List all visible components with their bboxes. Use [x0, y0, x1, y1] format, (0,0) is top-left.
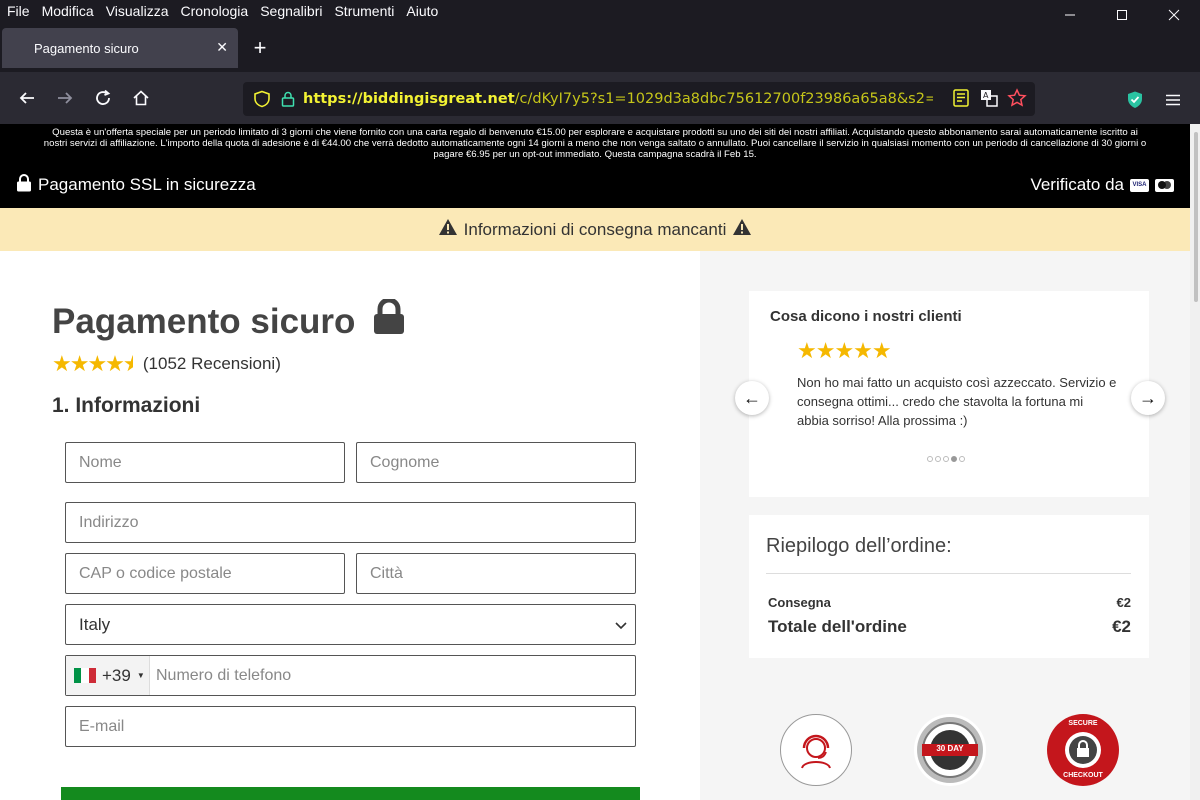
total-value: €2 — [1112, 617, 1131, 636]
shipping-row: Consegna €2 — [768, 595, 1131, 610]
page-title: Pagamento sicuro — [52, 297, 405, 344]
warning-icon — [732, 218, 752, 241]
carousel-dots — [927, 456, 965, 462]
navigation-bar: https://biddingisgreat.net/c/dKyI7y5?s1=… — [0, 72, 1200, 124]
city-field[interactable]: Città — [356, 553, 636, 594]
tracking-shield-icon[interactable] — [251, 88, 273, 110]
bookmark-star-icon[interactable] — [1007, 88, 1027, 113]
chevron-down-icon — [615, 615, 627, 635]
phone-field[interactable]: +39 ▼ Numero di telefono — [65, 655, 636, 696]
section-heading: 1. Informazioni — [52, 394, 201, 417]
menu-bookmarks[interactable]: Segnalibri — [260, 3, 322, 19]
country-code-picker[interactable]: +39 ▼ — [66, 656, 150, 695]
mastercard-icon — [1155, 178, 1174, 192]
shipping-label: Consegna — [768, 595, 831, 610]
menu-view[interactable]: Visualizza — [106, 3, 169, 19]
country-value: Italy — [79, 614, 111, 634]
secure-checkout-icon: SECURE CHECKOUT — [1047, 714, 1119, 786]
tab-pagamento-sicuro[interactable]: Pagamento sicuro ✕ — [2, 28, 238, 68]
shipping-value: €2 — [1116, 595, 1131, 610]
warning-banner: Informazioni di consegna mancanti — [0, 208, 1190, 251]
tab-bar: Pagamento sicuro ✕ + — [0, 22, 1200, 72]
last-name-field[interactable]: Cognome — [356, 442, 636, 483]
forward-icon[interactable] — [46, 79, 84, 117]
checkout-form-column: Pagamento sicuro ★★★★★ (1052 Recensioni)… — [0, 251, 700, 800]
menu-history[interactable]: Cronologia — [180, 3, 248, 19]
visa-icon: VISA — [1130, 178, 1149, 192]
zip-field[interactable]: CAP o codice postale — [65, 553, 345, 594]
maximize-icon[interactable] — [1096, 0, 1148, 30]
ssl-lock-icon — [16, 173, 32, 197]
page-title-text: Pagamento sicuro — [52, 301, 356, 341]
menu-bar: File Modifica Visualizza Cronologia Segn… — [0, 0, 1200, 22]
total-label: Totale dell'ordine — [768, 617, 907, 636]
tab-title: Pagamento sicuro — [34, 40, 139, 56]
first-name-field[interactable]: Nome — [65, 442, 345, 483]
order-summary-panel: Riepilogo dell’ordine: Consegna €2 Total… — [749, 515, 1149, 658]
caret-down-icon: ▼ — [136, 671, 145, 680]
review-count[interactable]: (1052 Recensioni) — [143, 354, 281, 374]
minimize-icon[interactable] — [1044, 0, 1096, 30]
phone-placeholder: Numero di telefono — [156, 666, 292, 684]
url-text[interactable]: https://biddingisgreat.net/c/dKyI7y5?s1=… — [303, 91, 933, 107]
reader-view-icon[interactable] — [951, 88, 971, 113]
rating-stars-icon: ★★★★★ — [52, 351, 133, 376]
country-select[interactable]: Italy — [65, 604, 636, 645]
menu-file[interactable]: File — [7, 3, 30, 19]
svg-text:A: A — [983, 91, 989, 100]
translate-icon[interactable]: A — [979, 88, 999, 113]
testimonial-stars-icon: ★★★★★ — [797, 338, 892, 363]
page-scrollbar[interactable] — [1190, 124, 1200, 800]
carousel-dot[interactable] — [943, 456, 949, 462]
money-back-guarantee-icon: 30 DAY — [914, 714, 986, 786]
total-row: Totale dell'ordine €2 — [768, 617, 1131, 637]
testimonial-title: Cosa dicono i nostri clienti — [770, 308, 962, 325]
carousel-dot[interactable] — [935, 456, 941, 462]
testimonial-text: Non ho mai fatto un acquisto così azzecc… — [797, 375, 1117, 428]
padlock-icon — [373, 297, 405, 344]
warning-icon — [438, 218, 458, 241]
support-headset-icon — [780, 714, 852, 786]
address-field[interactable]: Indirizzo — [65, 502, 636, 543]
menu-help[interactable]: Aiuto — [406, 3, 438, 19]
new-tab-button[interactable]: + — [238, 28, 282, 68]
menu-edit[interactable]: Modifica — [42, 3, 94, 19]
sidebar-column: Cosa dicono i nostri clienti ★★★★★ Non h… — [700, 251, 1190, 800]
carousel-next-arrow-icon[interactable]: → — [1131, 381, 1165, 415]
back-icon[interactable] — [8, 79, 46, 117]
divider — [766, 573, 1131, 574]
menu-tools[interactable]: Strumenti — [334, 3, 394, 19]
adblock-shield-icon[interactable] — [1116, 81, 1154, 119]
checkout-label: CHECKOUT — [1063, 772, 1103, 779]
close-window-icon[interactable] — [1148, 0, 1200, 30]
submit-button[interactable] — [61, 787, 640, 800]
secure-label: SECURE — [1068, 720, 1098, 727]
web-page: Questa è un'offerta speciale per un peri… — [0, 124, 1190, 800]
scrollbar-thumb[interactable] — [1194, 132, 1198, 302]
carousel-prev-arrow-icon[interactable]: ← — [735, 381, 769, 415]
days-badge-label: 30 DAY — [936, 744, 964, 753]
testimonial-panel: Cosa dicono i nostri clienti ★★★★★ Non h… — [749, 291, 1149, 497]
order-summary-title: Riepilogo dell’ordine: — [766, 535, 952, 557]
warning-text: Informazioni di consegna mancanti — [463, 219, 727, 239]
verified-label: Verificato da — [1030, 175, 1124, 194]
hamburger-menu-icon[interactable] — [1154, 81, 1192, 119]
ssl-label: Pagamento SSL in sicurezza — [38, 175, 256, 194]
carousel-dot-active[interactable] — [951, 456, 957, 462]
carousel-dot[interactable] — [959, 456, 965, 462]
rating: ★★★★★ (1052 Recensioni) — [52, 351, 281, 377]
ssl-bar: Pagamento SSL in sicurezza Verificato da… — [0, 162, 1190, 208]
email-field[interactable]: E-mail — [65, 706, 636, 747]
home-icon[interactable] — [122, 79, 160, 117]
offer-disclaimer: Questa è un'offerta speciale per un peri… — [0, 124, 1190, 162]
reload-icon[interactable] — [84, 79, 122, 117]
italy-flag-icon — [74, 668, 96, 683]
carousel-dot[interactable] — [927, 456, 933, 462]
lock-icon[interactable] — [277, 88, 299, 110]
dial-code: +39 — [102, 665, 131, 685]
close-tab-icon[interactable]: ✕ — [216, 39, 228, 56]
address-bar[interactable]: https://biddingisgreat.net/c/dKyI7y5?s1=… — [243, 82, 1035, 116]
